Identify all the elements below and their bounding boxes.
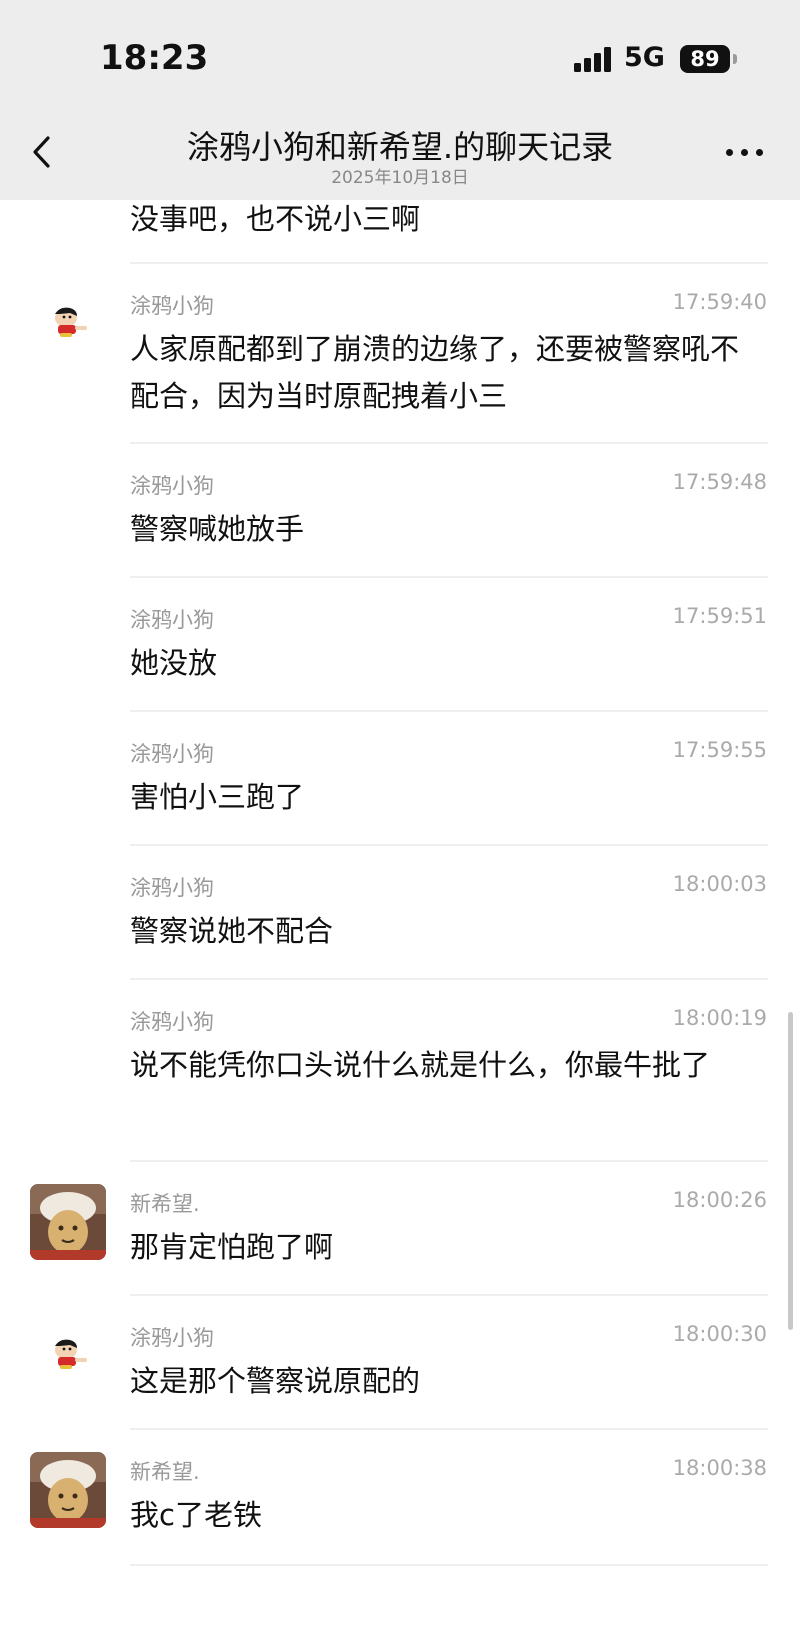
sender-name: 新希望. <box>130 1460 200 1484</box>
message-text: 警察喊她放手 <box>130 512 305 546</box>
message-item[interactable]: 涂鸦小狗 18:00:19 说不能凭你口头说什么就是什么，你最牛批了 <box>0 980 800 1160</box>
avatar-shinchan[interactable] <box>48 304 92 340</box>
message-text: 没事吧，也不说小三啊 <box>130 202 421 236</box>
sender-name: 涂鸦小狗 <box>130 876 214 900</box>
sender-name: 涂鸦小狗 <box>130 294 214 318</box>
avatar-photo-icon <box>30 1184 106 1260</box>
sender-name: 涂鸦小狗 <box>130 474 214 498</box>
message-separator <box>130 1564 768 1566</box>
chat-history-screen: 没事吧，也不说小三啊 涂鸦小狗 17:59:40 人家原配都到了崩溃的边缘了，还… <box>0 0 800 1628</box>
message-time: 18:00:38 <box>672 1456 767 1480</box>
sender-name: 涂鸦小狗 <box>130 742 214 766</box>
avatar-photo[interactable] <box>30 1452 106 1528</box>
message-text: 人家原配都到了崩溃的边缘了，还要被警察吼不配合，因为当时原配拽着小三 <box>130 332 740 413</box>
avatar-shinchan[interactable] <box>48 1336 92 1372</box>
more-options-button[interactable] <box>722 140 768 164</box>
status-time: 18:23 <box>100 38 209 78</box>
avatar-photo-icon <box>30 1452 106 1528</box>
cartoon-boy-icon <box>55 1339 87 1369</box>
message-text: 警察说她不配合 <box>130 914 334 948</box>
message-time: 17:59:51 <box>672 604 767 628</box>
cartoon-boy-icon <box>55 307 87 337</box>
sender-name: 涂鸦小狗 <box>130 608 214 632</box>
message-time: 17:59:48 <box>672 470 767 494</box>
sender-name: 涂鸦小狗 <box>130 1326 214 1350</box>
message-text: 害怕小三跑了 <box>130 780 305 814</box>
message-text: 那肯定怕跑了啊 <box>130 1230 334 1264</box>
message-text: 我c了老铁 <box>130 1498 262 1532</box>
message-time: 18:00:30 <box>672 1322 767 1346</box>
battery-tip <box>733 54 737 64</box>
message-item[interactable]: 涂鸦小狗 17:59:48 警察喊她放手 <box>0 444 800 576</box>
message-item[interactable]: 涂鸦小狗 18:00:30 这是那个警察说原配的 <box>0 1296 800 1428</box>
message-time: 18:00:19 <box>672 1006 767 1030</box>
network-type: 5G <box>624 42 665 73</box>
top-bar: 18:23 5G 89 涂鸦小狗和新希望.的聊天记录 2025年10月18日 <box>0 0 800 200</box>
battery-icon: 89 <box>680 45 730 73</box>
message-item[interactable]: 新希望. 18:00:38 我c了老铁 <box>0 1430 800 1562</box>
message-item[interactable]: 涂鸦小狗 18:00:03 警察说她不配合 <box>0 846 800 978</box>
avatar-photo[interactable] <box>30 1184 106 1260</box>
message-item[interactable]: 涂鸦小狗 17:59:40 人家原配都到了崩溃的边缘了，还要被警察吼不配合，因为… <box>0 264 800 442</box>
page-subtitle-date: 2025年10月18日 <box>331 168 469 188</box>
message-list[interactable]: 没事吧，也不说小三啊 涂鸦小狗 17:59:40 人家原配都到了崩溃的边缘了，还… <box>0 0 800 1628</box>
sender-name: 涂鸦小狗 <box>130 1010 214 1034</box>
message-text: 她没放 <box>130 646 218 680</box>
message-text: 说不能凭你口头说什么就是什么，你最牛批了 <box>130 1048 711 1082</box>
message-item[interactable]: 涂鸦小狗 17:59:51 她没放 <box>0 578 800 710</box>
scrollbar[interactable] <box>788 1012 793 1330</box>
cellular-signal-icon <box>574 46 614 72</box>
page-title: 涂鸦小狗和新希望.的聊天记录 <box>186 128 614 166</box>
message-item[interactable]: 涂鸦小狗 17:59:55 害怕小三跑了 <box>0 712 800 844</box>
message-time: 17:59:55 <box>672 738 767 762</box>
sender-name: 新希望. <box>130 1192 200 1216</box>
message-time: 18:00:03 <box>672 872 767 896</box>
message-item[interactable]: 新希望. 18:00:26 那肯定怕跑了啊 <box>0 1162 800 1294</box>
message-time: 17:59:40 <box>672 290 767 314</box>
ellipsis-icon <box>726 149 733 156</box>
message-text: 这是那个警察说原配的 <box>130 1364 421 1398</box>
message-time: 18:00:26 <box>672 1188 767 1212</box>
